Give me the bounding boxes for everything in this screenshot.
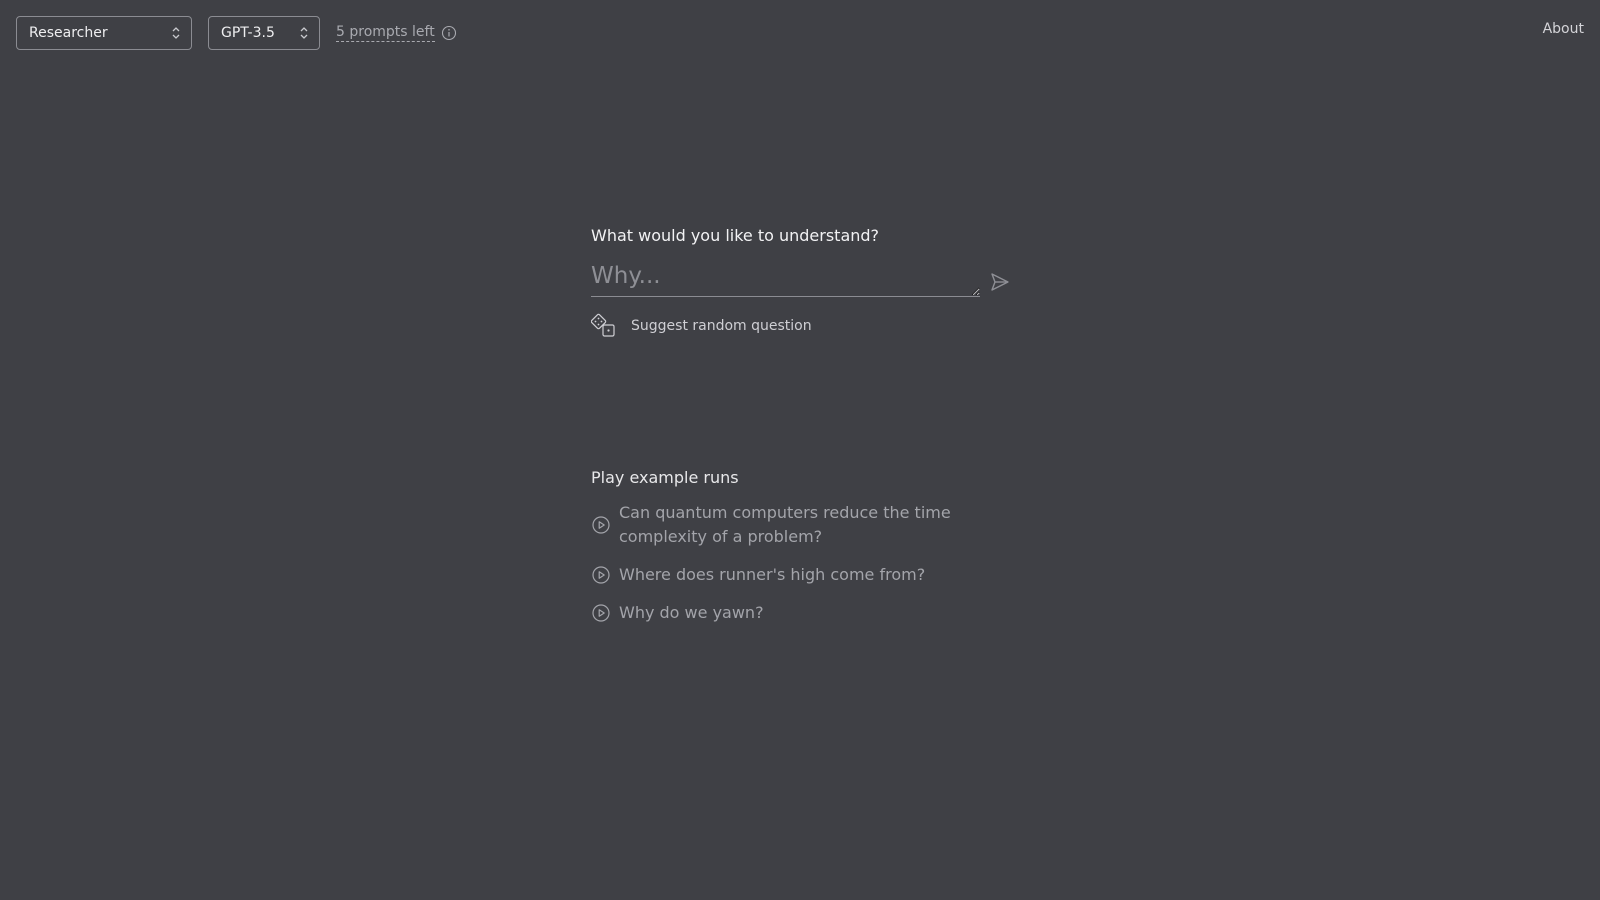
example-run-item[interactable]: Where does runner's high come from? — [591, 563, 1011, 587]
question-input-row — [591, 263, 1011, 297]
example-run-item[interactable]: Why do we yawn? — [591, 601, 1011, 625]
question-heading: What would you like to understand? — [591, 226, 880, 245]
prompts-remaining: 5 prompts left — [336, 24, 457, 42]
dice-icon — [591, 313, 615, 337]
model-select[interactable]: GPT-3.5 — [208, 16, 320, 50]
chevron-up-down-icon — [172, 27, 180, 39]
play-circle-icon — [592, 566, 610, 584]
info-icon[interactable] — [441, 25, 457, 41]
prompts-left-text[interactable]: 5 prompts left — [336, 24, 435, 42]
role-select-value: Researcher — [29, 25, 108, 41]
question-input[interactable] — [591, 263, 981, 297]
example-run-text: Why do we yawn? — [619, 603, 764, 622]
about-link[interactable]: About — [1543, 21, 1584, 37]
example-runs: Play example runs Can quantum computers … — [591, 468, 1011, 639]
top-bar: Researcher GPT-3.5 5 prompts left — [16, 16, 457, 50]
role-select[interactable]: Researcher — [16, 16, 192, 50]
send-icon[interactable] — [989, 271, 1011, 293]
suggest-random-label: Suggest random question — [631, 318, 812, 334]
suggest-random-button[interactable]: Suggest random question — [591, 313, 1011, 339]
play-circle-icon — [592, 604, 610, 622]
example-run-text: Where does runner's high come from? — [619, 565, 926, 584]
model-select-value: GPT-3.5 — [221, 25, 275, 41]
question-panel: What would you like to understand? Sugge… — [591, 226, 1011, 339]
examples-heading: Play example runs — [591, 468, 739, 487]
play-circle-icon — [592, 516, 610, 534]
example-run-text: Can quantum computers reduce the time co… — [619, 503, 951, 546]
example-run-item[interactable]: Can quantum computers reduce the time co… — [591, 501, 1011, 549]
chevron-up-down-icon — [300, 27, 308, 39]
